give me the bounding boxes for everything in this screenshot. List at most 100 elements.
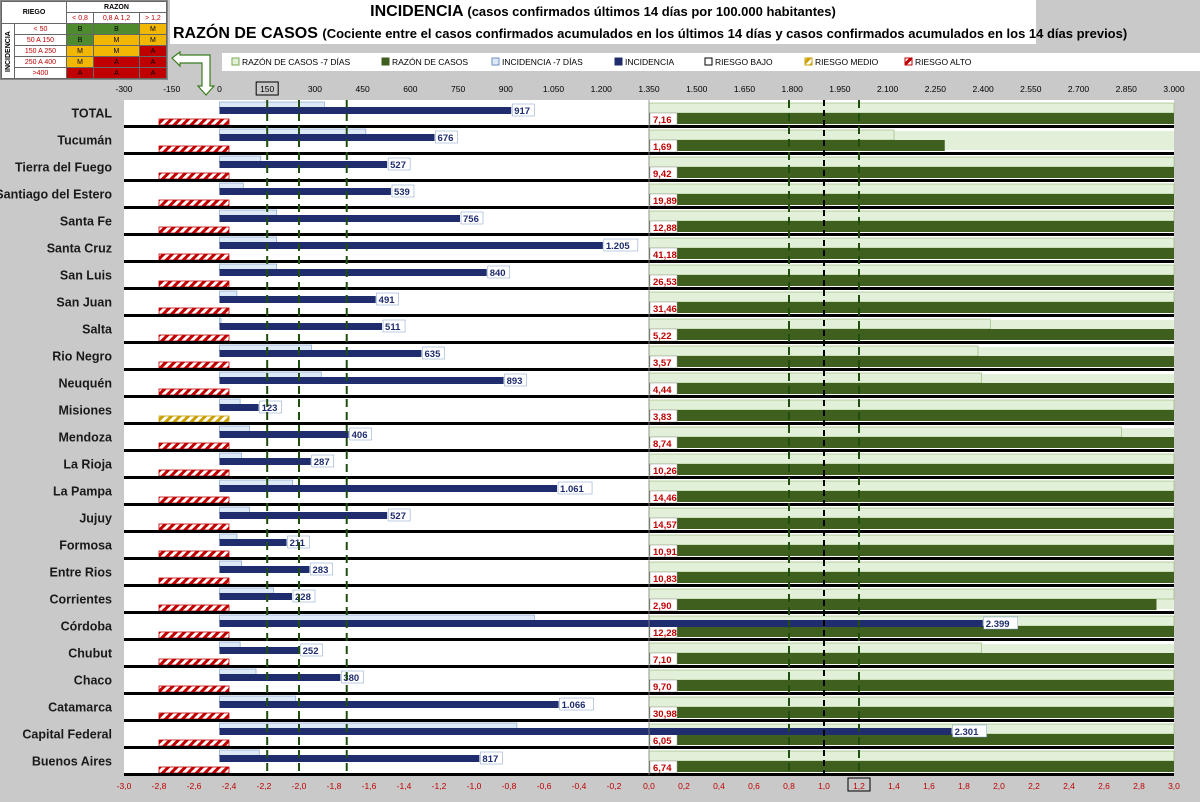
incidence-value-label: 287	[314, 457, 330, 468]
incidence-value-label: 1.205	[606, 241, 630, 252]
top-tick-label: 600	[403, 84, 417, 94]
ratio-prev-bar	[648, 372, 982, 384]
risk-indicator	[158, 388, 230, 396]
ratio-prev-bar	[648, 642, 982, 654]
incidence-bar	[219, 269, 487, 276]
bottom-tick-label: -2,4	[222, 781, 237, 791]
bottom-tick-label: -0,6	[537, 781, 552, 791]
incidence-bar	[219, 647, 300, 654]
incidence-bar	[219, 215, 460, 222]
ratio-value-label: 1,69	[653, 142, 672, 153]
incidence-ratio-chart: RAZÓN DE CASOS -7 DÍAS RAZÓN DE CASOS INCI…	[0, 50, 1200, 792]
top-tick-label: 2.550	[1020, 84, 1042, 94]
bottom-tick-label: 0,8	[783, 781, 795, 791]
incidence-bar	[219, 377, 504, 384]
risk-indicator	[158, 361, 230, 369]
bottom-tick-label: -1,0	[467, 781, 482, 791]
risk-indicator	[158, 307, 230, 315]
bottom-tick-label: 1,6	[923, 781, 935, 791]
ratio-value-label: 7,10	[653, 655, 672, 666]
risk-indicator	[158, 577, 230, 585]
ratio-value-label: 19,89	[653, 196, 677, 207]
ratio-bar	[649, 464, 1174, 475]
incidence-value-label: 527	[390, 160, 406, 171]
category-label: TOTAL	[71, 107, 112, 121]
incidence-value-label: 252	[303, 646, 319, 657]
ratio-prev-bar	[648, 534, 1175, 546]
legend-swatch	[614, 57, 623, 66]
bottom-tick-label: -1,6	[362, 781, 377, 791]
ratio-bar	[649, 167, 1174, 178]
incidence-bar	[219, 701, 559, 708]
ratio-bar	[649, 437, 1174, 448]
ratio-bar	[649, 329, 1174, 340]
bottom-tick-label: -2,0	[292, 781, 307, 791]
ratio-value-label: 2,90	[653, 601, 672, 612]
incidence-value-label: 211	[290, 538, 306, 549]
risk-indicator	[158, 604, 230, 612]
incidence-bar	[219, 674, 341, 681]
category-label: Neuquén	[59, 377, 112, 391]
ratio-bar	[649, 491, 1174, 502]
incidence-bar	[219, 161, 388, 168]
incidence-bar	[219, 566, 310, 573]
ratio-value-label: 3,83	[653, 412, 672, 423]
ratio-prev-bar	[648, 399, 1175, 411]
top-tick-label: 1.950	[829, 84, 851, 94]
ratio-value-label: 10,26	[653, 466, 677, 477]
ratio-value-label: 7,16	[653, 115, 672, 126]
ratio-prev-bar	[648, 264, 1175, 276]
top-tick-label: -300	[115, 84, 132, 94]
incidence-value-label: 406	[352, 430, 368, 441]
category-label: Formosa	[59, 539, 113, 553]
ratio-bar	[649, 545, 1174, 556]
bottom-tick-label: -2,2	[257, 781, 272, 791]
category-label: Catamarca	[48, 701, 113, 715]
bottom-tick-label: 2,0	[993, 781, 1005, 791]
legend-swatch	[231, 57, 240, 66]
incidence-value-label: 676	[438, 133, 454, 144]
category-label: Tierra del Fuego	[15, 161, 112, 175]
ratio-value-label: 10,83	[653, 574, 677, 585]
ratio-bar	[649, 221, 1174, 232]
top-tick-label: 3.000	[1163, 84, 1185, 94]
bottom-tick-label: -3,0	[117, 781, 132, 791]
ratio-value-label: 9,42	[653, 169, 672, 180]
top-tick-label: 2.100	[877, 84, 899, 94]
incidence-value-label: 123	[262, 403, 278, 414]
legend-label: RIESGO MEDIO	[815, 57, 879, 67]
incidence-value-label: 228	[295, 592, 311, 603]
risk-indicator	[158, 658, 230, 666]
risk-indicator	[158, 226, 230, 234]
risk-indicator	[158, 739, 230, 747]
incidence-value-label: 917	[514, 106, 530, 117]
ratio-prev-bar	[648, 183, 1175, 195]
bottom-tick-label: -0,8	[502, 781, 517, 791]
category-label: Buenos Aires	[32, 755, 112, 769]
ratio-prev-bar	[648, 561, 1175, 573]
category-label: Corrientes	[49, 593, 112, 607]
incidence-bar	[219, 431, 349, 438]
incidence-value-label: 817	[482, 754, 498, 765]
ratio-bar	[649, 410, 1174, 421]
ratio-prev-bar	[648, 129, 895, 141]
category-label: Jujuy	[79, 512, 112, 526]
incidence-value-label: 2.301	[955, 727, 979, 738]
ratio-prev-bar	[648, 669, 1175, 681]
bottom-tick-label: 2,2	[1028, 781, 1040, 791]
ratio-prev-bar	[648, 102, 1175, 114]
category-label: Misiones	[59, 404, 113, 418]
top-tick-label: 1.350	[638, 84, 660, 94]
category-label: San Juan	[56, 296, 112, 310]
bottom-tick-label: -1,8	[327, 781, 342, 791]
bottom-tick-label: 1,2	[853, 781, 865, 791]
category-label: Entre Rios	[49, 566, 112, 580]
bottom-tick-label: 0,4	[713, 781, 725, 791]
ratio-prev-bar	[648, 237, 1175, 249]
incidence-bar	[219, 134, 435, 141]
category-label: Chaco	[74, 674, 113, 688]
ratio-value-label: 9,70	[653, 682, 672, 693]
category-label: Salta	[82, 323, 113, 337]
ratio-value-label: 6,74	[653, 763, 672, 774]
legend-label: INCIDENCIA -7 DÍAS	[502, 57, 583, 67]
